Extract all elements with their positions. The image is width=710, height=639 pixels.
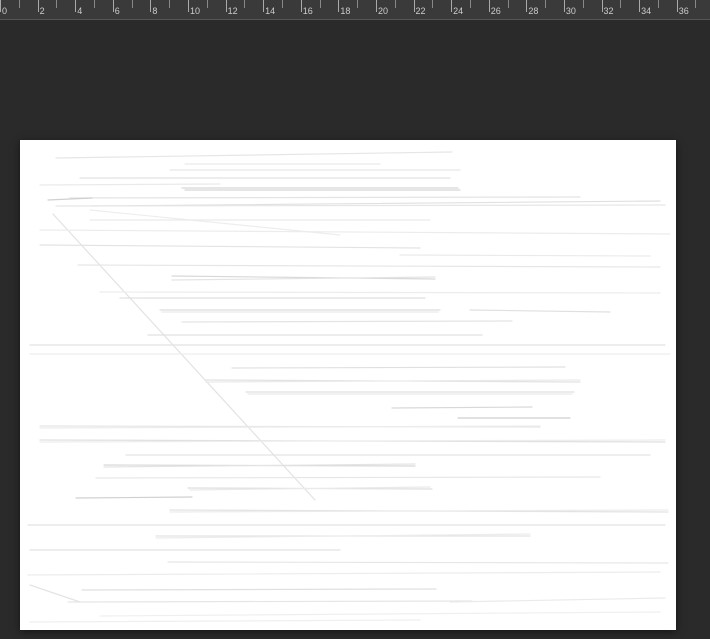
ruler-label: 24 [453, 6, 463, 16]
ruler-segment: 30 [564, 0, 602, 20]
ruler-segment: 6 [113, 0, 151, 20]
ruler-label: 0 [2, 6, 7, 16]
ruler-label: 6 [115, 6, 120, 16]
ruler-segment: 8 [150, 0, 188, 20]
ruler-segment: 4 [75, 0, 113, 20]
horizontal-ruler[interactable]: 024681012141618202224262830323436 [0, 0, 710, 20]
ruler-segment: 12 [226, 0, 264, 20]
ruler-segment: 28 [526, 0, 564, 20]
ruler-label: 12 [228, 6, 238, 16]
drawing-canvas[interactable] [20, 140, 676, 630]
ruler-label: 20 [378, 6, 388, 16]
ruler-label: 10 [190, 6, 200, 16]
ruler-segment: 14 [263, 0, 301, 20]
ruler-segment: 2 [38, 0, 76, 20]
ruler-segment: 20 [376, 0, 414, 20]
ruler-segment: 10 [188, 0, 226, 20]
ruler-segment: 0 [0, 0, 38, 20]
ruler-label: 22 [416, 6, 426, 16]
ruler-label: 28 [528, 6, 538, 16]
ruler-segment: 34 [639, 0, 677, 20]
ruler-segment: 26 [489, 0, 527, 20]
ruler-label: 2 [40, 6, 45, 16]
ruler-segment: 18 [338, 0, 376, 20]
ruler-label: 18 [340, 6, 350, 16]
ruler-segment: 22 [414, 0, 452, 20]
ruler-label: 8 [152, 6, 157, 16]
ruler-label: 34 [641, 6, 651, 16]
ruler-segment: 32 [602, 0, 640, 20]
canvas-strokes [20, 140, 676, 630]
ruler-label: 16 [303, 6, 313, 16]
ruler-segment: 36 [677, 0, 710, 20]
ruler-label: 36 [679, 6, 689, 16]
ruler-label: 26 [491, 6, 501, 16]
ruler-segment: 16 [301, 0, 339, 20]
ruler-label: 14 [265, 6, 275, 16]
ruler-label: 32 [604, 6, 614, 16]
ruler-label: 4 [77, 6, 82, 16]
ruler-label: 30 [566, 6, 576, 16]
ruler-segment: 24 [451, 0, 489, 20]
